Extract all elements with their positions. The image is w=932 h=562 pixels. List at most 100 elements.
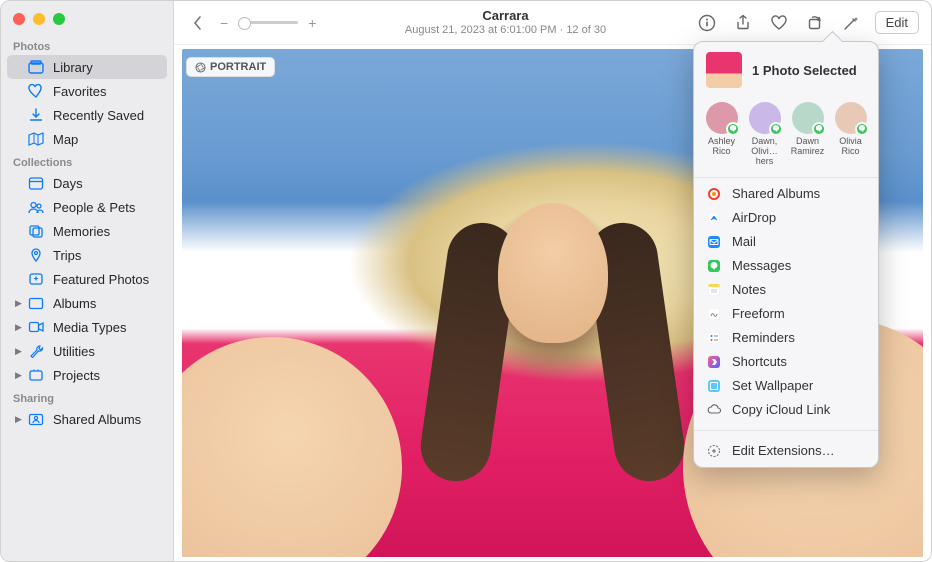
sidebar-item-label: Library [53,60,159,75]
share-popover-title: 1 Photo Selected [752,63,857,78]
share-action-label: AirDrop [732,210,776,225]
main-content: − + Carrara August 21, 2023 at 6:01:00 P… [174,1,931,561]
share-action-shared-albums[interactable]: Shared Albums [694,182,878,206]
share-action-label: Set Wallpaper [732,378,813,393]
people-icon [27,199,45,215]
notes-icon [706,282,722,298]
avatar [835,102,867,134]
back-button[interactable] [186,11,210,35]
toolbar: − + Carrara August 21, 2023 at 6:01:00 P… [174,1,931,45]
sidebar-item-label: Trips [53,248,159,263]
sidebar-item-label: Media Types [53,320,159,335]
sidebar-item-label: Projects [53,368,159,383]
info-button[interactable] [695,11,719,35]
chevron-right-icon: ▶ [15,414,23,425]
sidebar-item-featured[interactable]: Featured Photos [7,267,167,291]
sidebar-item-trips[interactable]: Trips [7,243,167,267]
share-edit-extensions-label: Edit Extensions… [732,443,835,458]
share-action-freeform[interactable]: Freeform [694,302,878,326]
share-action-notes[interactable]: Notes [694,278,878,302]
mail-icon [706,234,722,250]
zoom-out-icon[interactable]: − [220,15,228,31]
share-action-label: Notes [732,282,766,297]
share-action-label: Copy iCloud Link [732,402,830,417]
messages-icon [706,258,722,274]
messages-badge-icon [812,122,826,136]
aperture-icon [195,62,206,73]
share-contact[interactable]: Dawn Ramirez [787,102,829,167]
sidebar-item-projects[interactable]: ▶Projects [7,363,167,387]
edit-button[interactable]: Edit [875,11,919,34]
shared-albums-icon [706,186,722,202]
zoom-window-button[interactable] [53,13,65,25]
share-action-shortcuts[interactable]: Shortcuts [694,350,878,374]
messages-badge-icon [855,122,869,136]
share-action-mail[interactable]: Mail [694,230,878,254]
sidebar-item-map[interactable]: Map [7,127,167,151]
chevron-right-icon: ▶ [15,298,23,309]
window-controls [1,1,173,35]
zoom-slider[interactable] [238,21,298,24]
share-action-airdrop[interactable]: AirDrop [694,206,878,230]
share-action-label: Mail [732,234,756,249]
sidebar-item-memories[interactable]: Memories [7,219,167,243]
app-window: Photos Library Favorites Recently Saved Map C… [0,0,932,562]
contact-name: Dawn, Olivi…hers [744,137,786,167]
freeform-icon [706,306,722,322]
avatar [749,102,781,134]
share-action-reminders[interactable]: Reminders [694,326,878,350]
sidebar-item-label: People & Pets [53,200,159,215]
share-action-set-wallpaper[interactable]: Set Wallpaper [694,374,878,398]
airdrop-icon [706,210,722,226]
sidebar-item-favorites[interactable]: Favorites [7,79,167,103]
sidebar-item-media-types[interactable]: ▶Media Types [7,315,167,339]
sidebar-item-utilities[interactable]: ▶ Utilities [7,339,167,363]
calendar-icon [27,175,45,191]
sidebar-item-label: Featured Photos [53,272,159,287]
sidebar-section-label: Photos [1,35,173,55]
auto-enhance-button[interactable] [839,11,863,35]
share-edit-extensions[interactable]: Edit Extensions… [694,439,878,463]
share-thumbnail [706,52,742,88]
sidebar-item-days[interactable]: Days [7,171,167,195]
sidebar-item-label: Map [53,132,159,147]
rotate-button[interactable] [803,11,827,35]
sidebar-item-label: Recently Saved [53,108,159,123]
share-action-label: Reminders [732,330,795,345]
copy-icloud-icon [706,402,722,418]
contact-name: Olivia Rico [830,137,872,157]
favorite-button[interactable] [767,11,791,35]
close-window-button[interactable] [13,13,25,25]
sidebar-item-library[interactable]: Library [7,55,167,79]
share-action-messages[interactable]: Messages [694,254,878,278]
sidebar-item-label: Shared Albums [53,412,159,427]
photo-subtitle: August 21, 2023 at 6:01:00 PM · 12 of 30 [326,24,684,37]
share-action-copy-icloud[interactable]: Copy iCloud Link [694,398,878,422]
media-icon [27,319,45,335]
share-contact[interactable]: Dawn, Olivi…hers [744,102,786,167]
download-icon [27,107,45,123]
sidebar-item-label: Utilities [53,344,159,359]
share-action-label: Shared Albums [732,186,820,201]
portrait-badge: PORTRAIT [186,57,275,77]
chevron-right-icon: ▶ [15,346,23,357]
zoom-in-icon[interactable]: + [308,15,316,31]
share-button[interactable] [731,11,755,35]
minimize-window-button[interactable] [33,13,45,25]
shared-icon [27,411,45,427]
avatar [706,102,738,134]
sparkle-icon [27,271,45,287]
sidebar-item-shared-albums[interactable]: ▶ Shared Albums [7,407,167,431]
share-action-label: Freeform [732,306,785,321]
sidebar-item-people-pets[interactable]: People & Pets [7,195,167,219]
sidebar-item-recently-saved[interactable]: Recently Saved [7,103,167,127]
share-contact[interactable]: Olivia Rico [830,102,872,167]
sidebar-item-label: Days [53,176,159,191]
share-contact[interactable]: Ashley Rico [701,102,743,167]
sidebar-item-label: Memories [53,224,159,239]
sidebar-item-label: Favorites [53,84,159,99]
sidebar-item-albums[interactable]: ▶Albums [7,291,167,315]
pin-icon [27,247,45,263]
memories-icon [27,223,45,239]
messages-badge-icon [769,122,783,136]
